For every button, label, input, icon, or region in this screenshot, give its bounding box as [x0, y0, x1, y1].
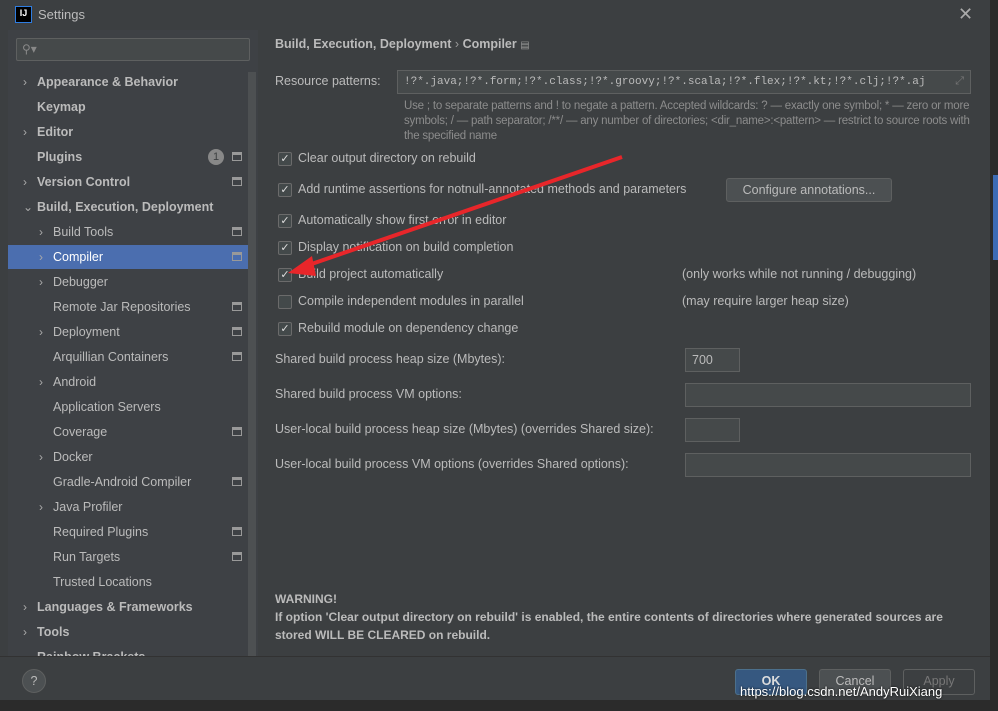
arrow-line	[299, 155, 623, 270]
arrow-head	[288, 256, 316, 276]
red-annotation-arrow	[288, 155, 623, 276]
